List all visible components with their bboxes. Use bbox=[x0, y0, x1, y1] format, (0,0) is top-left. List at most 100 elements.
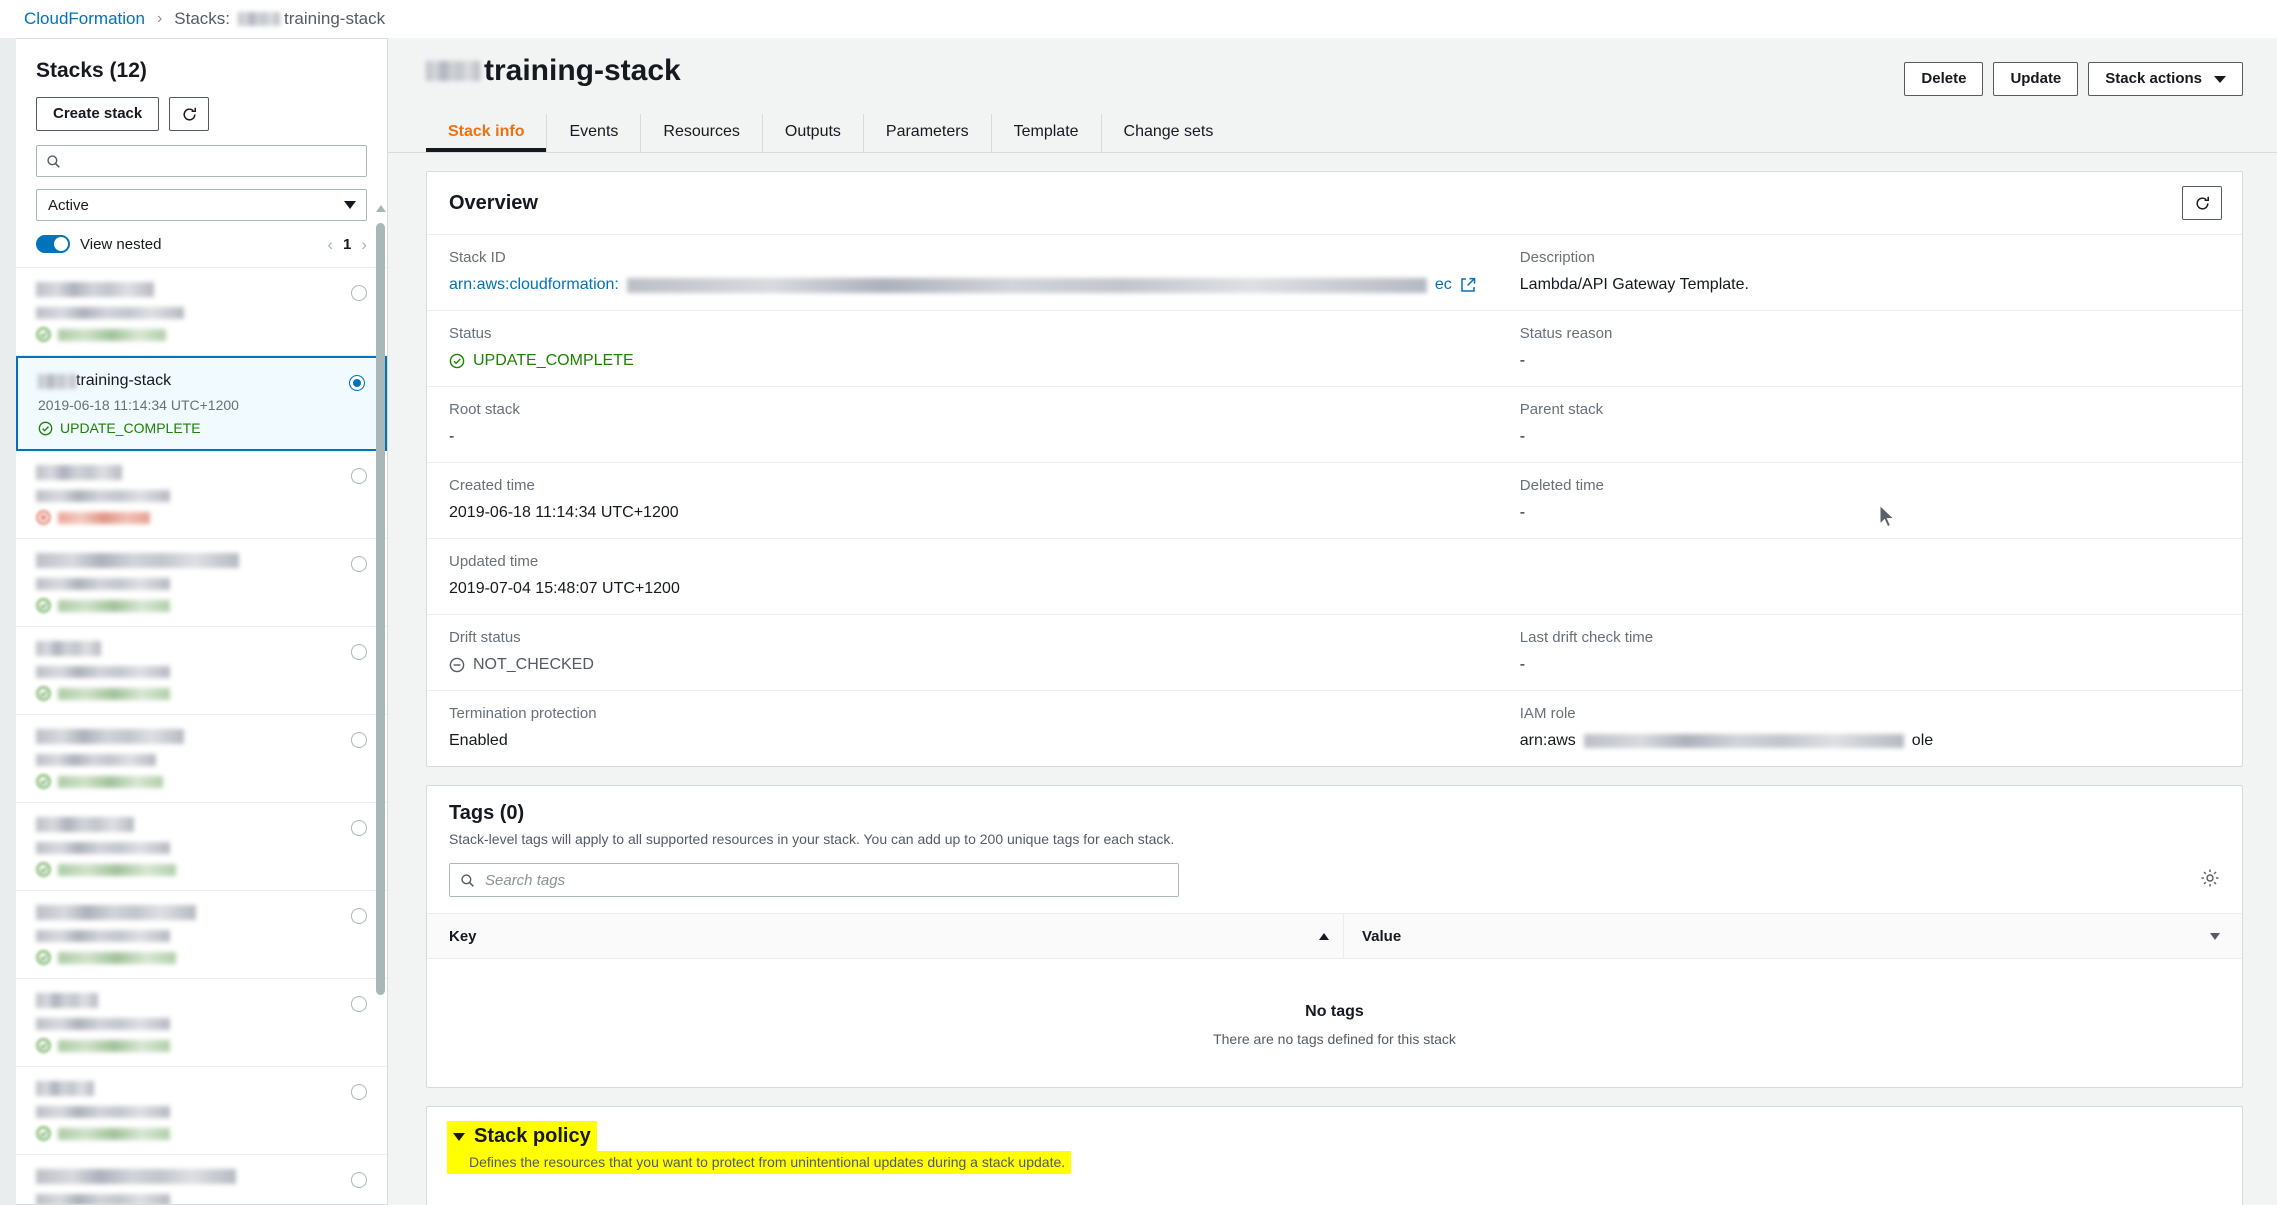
tab-outputs[interactable]: Outputs bbox=[763, 114, 864, 152]
stack-filter-select[interactable]: Active bbox=[36, 189, 367, 221]
sidebar-search-input[interactable] bbox=[69, 151, 366, 171]
tab-template[interactable]: Template bbox=[992, 114, 1102, 152]
tags-header: Tags (0) Stack-level tags will apply to … bbox=[427, 786, 2242, 847]
sort-descending-icon[interactable] bbox=[2210, 932, 2220, 940]
stack-list-item[interactable] bbox=[16, 715, 387, 803]
stack-item-name-redacted-block bbox=[36, 817, 134, 832]
tab-change-sets[interactable]: Change sets bbox=[1102, 114, 1236, 152]
tags-column-value[interactable]: Value bbox=[1344, 914, 2220, 958]
stack-item-timestamp-redacted-block bbox=[36, 490, 170, 503]
stack-item-name-redacted-block bbox=[36, 905, 196, 920]
stack-item-timestamp bbox=[36, 487, 170, 503]
stack-item-name: training-stack bbox=[38, 372, 239, 390]
tab-label: Template bbox=[1013, 123, 1079, 140]
tab-resources[interactable]: Resources bbox=[641, 114, 763, 152]
breadcrumb-link-cloudformation[interactable]: CloudFormation bbox=[24, 9, 145, 29]
tags-settings-button[interactable] bbox=[2200, 868, 2220, 893]
tags-empty-title: No tags bbox=[1305, 1003, 1364, 1020]
stack-item-radio[interactable] bbox=[351, 468, 367, 484]
field-value: Lambda/API Gateway Template. bbox=[1519, 276, 1749, 293]
stack-item-timestamp-redacted-block bbox=[36, 1106, 170, 1119]
overview-title: Overview bbox=[449, 191, 538, 214]
pagination-prev-icon[interactable]: ‹ bbox=[327, 236, 333, 253]
stack-item-radio[interactable] bbox=[351, 908, 367, 924]
stack-item-radio[interactable] bbox=[351, 996, 367, 1012]
view-nested-toggle[interactable] bbox=[36, 235, 70, 253]
stack-list-item[interactable] bbox=[16, 451, 387, 539]
stack-item-radio[interactable] bbox=[351, 820, 367, 836]
field-spacer bbox=[1497, 539, 2242, 615]
create-stack-button[interactable]: Create stack bbox=[36, 97, 160, 131]
stack-item-name bbox=[36, 1081, 170, 1096]
stack-item-status-text: UPDATE_COMPLETE bbox=[60, 420, 201, 436]
stack-list-item[interactable] bbox=[16, 803, 387, 891]
view-nested-control[interactable]: View nested bbox=[36, 235, 161, 253]
delete-stack-button[interactable]: Delete bbox=[1904, 62, 1984, 96]
refresh-stacks-button[interactable] bbox=[169, 97, 210, 131]
stack-item-status: UPDATE_COMPLETE bbox=[38, 420, 239, 436]
stack-policy-toggle[interactable]: Stack policy bbox=[447, 1121, 597, 1151]
field-value: NOT_CHECKED bbox=[449, 655, 1476, 675]
field-label: Description bbox=[1519, 249, 1595, 266]
stack-item-status-redacted-block bbox=[58, 328, 166, 341]
field-value: - bbox=[1519, 504, 1526, 521]
field-value: Enabled bbox=[449, 732, 508, 749]
tab-stack-info[interactable]: Stack info bbox=[426, 114, 548, 152]
tab-events[interactable]: Events bbox=[547, 114, 642, 152]
stack-actions-button[interactable]: Stack actions bbox=[2088, 62, 2243, 96]
stack-item-radio[interactable] bbox=[351, 1172, 367, 1188]
stack-list-item[interactable] bbox=[16, 979, 387, 1067]
stack-item-name bbox=[36, 905, 196, 920]
stack-list-item-selected[interactable]: training-stack 2019-06-18 11:14:34 UTC+12… bbox=[16, 356, 387, 451]
field-label: Updated time bbox=[449, 553, 539, 570]
stack-list-item[interactable] bbox=[16, 1155, 387, 1204]
tags-column-key[interactable]: Key bbox=[449, 914, 1344, 958]
stack-item-radio[interactable] bbox=[349, 375, 365, 391]
tags-search-input[interactable] bbox=[483, 870, 1178, 890]
chevron-down-icon bbox=[344, 201, 356, 209]
pagination-next-icon[interactable]: › bbox=[361, 236, 367, 253]
stack-item-radio[interactable] bbox=[351, 644, 367, 660]
stack-list-item[interactable] bbox=[16, 627, 387, 715]
stack-list-item[interactable] bbox=[16, 891, 387, 979]
stack-list-item[interactable] bbox=[16, 268, 387, 356]
field-last-drift-check-time: Last drift check time - bbox=[1497, 615, 2242, 691]
page-title-redacted-block bbox=[426, 61, 480, 81]
status-success-icon bbox=[449, 353, 465, 369]
tab-parameters[interactable]: Parameters bbox=[864, 114, 992, 152]
scrollbar-thumb[interactable] bbox=[376, 223, 385, 995]
stack-item-timestamp-redacted-block bbox=[36, 842, 170, 855]
search-icon bbox=[47, 154, 60, 168]
content-scroll-area: Overview Stack ID arn:aws:cloudformation… bbox=[388, 153, 2277, 1205]
field-value: - bbox=[449, 428, 455, 445]
field-label: Root stack bbox=[449, 401, 520, 418]
scroll-up-arrow-icon[interactable] bbox=[376, 205, 386, 212]
sort-ascending-icon[interactable] bbox=[1319, 932, 1329, 940]
stack-policy-body: No stack policy There is no stack policy… bbox=[427, 1190, 2242, 1205]
tab-bar: Stack info Events Resources Outputs Paramete… bbox=[388, 114, 2277, 153]
stack-item-name-redacted-block bbox=[36, 993, 98, 1008]
stack-item-radio[interactable] bbox=[351, 556, 367, 572]
overview-refresh-button[interactable] bbox=[2182, 186, 2222, 220]
stack-list-item[interactable] bbox=[16, 539, 387, 627]
external-link-icon[interactable] bbox=[1460, 277, 1476, 293]
stack-item-name-redacted-block bbox=[36, 641, 101, 656]
stack-item-status bbox=[36, 950, 196, 965]
stack-item-radio[interactable] bbox=[351, 1084, 367, 1100]
field-status-reason: Status reason - bbox=[1497, 311, 2242, 387]
sidebar-scrollbar[interactable] bbox=[376, 205, 386, 1200]
field-value[interactable]: arn:aws:cloudformation: ec bbox=[449, 275, 1476, 295]
stack-list-item[interactable] bbox=[16, 1067, 387, 1155]
iam-role-suffix: ole bbox=[1911, 732, 1934, 749]
update-stack-button[interactable]: Update bbox=[1993, 62, 2079, 96]
stack-id-suffix: ec bbox=[1434, 276, 1452, 293]
sidebar-search-box[interactable] bbox=[36, 145, 367, 177]
stack-item-status-redacted-block bbox=[58, 1039, 170, 1052]
stack-item-status-redacted-block bbox=[58, 951, 176, 964]
stack-item-radio[interactable] bbox=[351, 285, 367, 301]
tags-search-box[interactable] bbox=[449, 863, 1179, 897]
stack-item-status-redacted-block bbox=[58, 599, 170, 612]
stack-item-radio[interactable] bbox=[351, 732, 367, 748]
tags-column-key-label: Key bbox=[449, 927, 477, 945]
stack-item-timestamp-redacted-block bbox=[36, 578, 170, 591]
